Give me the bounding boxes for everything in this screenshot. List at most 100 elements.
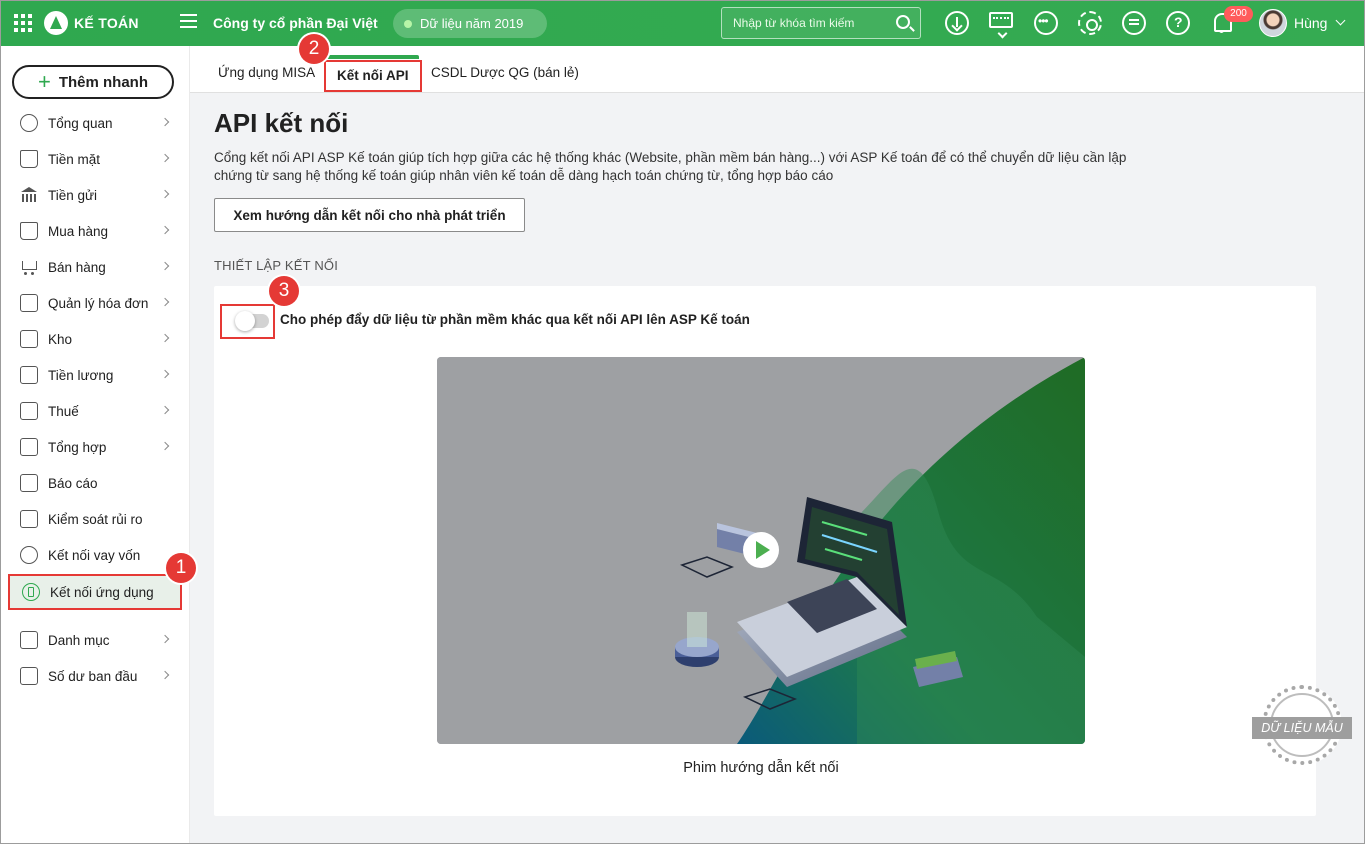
- chevron-right-icon: [160, 189, 170, 199]
- step-marker-1: 1: [166, 553, 196, 583]
- sidebar-item-11[interactable]: Báo cáo: [8, 465, 182, 501]
- warehouse-icon: [20, 330, 38, 348]
- tab-misa-apps[interactable]: Ứng dụng MISA: [218, 65, 315, 80]
- video-thumbnail: [437, 357, 1085, 744]
- chevron-right-icon: [160, 297, 170, 307]
- invoice-icon: [20, 294, 38, 312]
- sidebar-item-8[interactable]: Tiền lương: [8, 357, 182, 393]
- chevron-right-icon: [160, 261, 170, 271]
- toggle-label: Cho phép đẩy dữ liệu từ phần mềm khác qu…: [280, 312, 750, 327]
- data-year-selector[interactable]: Dữ liệu năm 2019: [393, 9, 547, 38]
- sidebar: + Thêm nhanh Tổng quan Tiền mặt Tiền gửi Mu…: [0, 46, 190, 844]
- chevron-right-icon: [160, 333, 170, 343]
- tax-icon: [20, 402, 38, 420]
- gear-icon[interactable]: [1078, 11, 1102, 35]
- chat-icon[interactable]: [1122, 11, 1146, 35]
- search-icon[interactable]: [896, 15, 910, 29]
- sidebar-item-13[interactable]: Kết nối vay vốn: [8, 537, 182, 573]
- sidebar-item-label: Số dư ban đầu: [48, 668, 138, 684]
- help-icon[interactable]: [1166, 11, 1190, 35]
- sidebar-item-5[interactable]: Bán hàng: [8, 249, 182, 285]
- sidebar-item-label: Kết nối ứng dụng: [50, 584, 154, 600]
- sidebar-item-label: Kho: [48, 331, 73, 347]
- sidebar-item-label: Danh mục: [48, 632, 110, 648]
- sidebar-item-label: Tiền lương: [48, 367, 114, 383]
- section-title: THIẾT LẬP KẾT NỐI: [214, 258, 339, 273]
- sidebar-item-12[interactable]: Kiểm soát rủi ro: [8, 501, 182, 537]
- tab-bar: Ứng dụng MISA Kết nối API CSDL Dược QG (…: [190, 46, 1365, 93]
- company-name[interactable]: Công ty cổ phần Đại Việt: [213, 15, 378, 31]
- chevron-right-icon: [160, 670, 170, 680]
- sidebar-item-2[interactable]: Tiền mặt: [8, 141, 182, 177]
- chevron-right-icon: [160, 441, 170, 451]
- search-input[interactable]: [722, 8, 890, 38]
- notebook-icon: [20, 438, 38, 456]
- toggle-highlight: [220, 304, 275, 339]
- download-icon[interactable]: [945, 11, 969, 35]
- tutorial-video[interactable]: [437, 357, 1085, 744]
- watermark-text: DỮ LIỆU MẪU: [1252, 717, 1352, 739]
- apps-grid-icon[interactable]: [14, 14, 32, 32]
- more-icon[interactable]: [1034, 11, 1058, 35]
- notification-badge: 200: [1224, 6, 1253, 22]
- search-box: [721, 7, 921, 39]
- chevron-right-icon: [160, 405, 170, 415]
- plus-icon: +: [37, 69, 51, 94]
- toggle-knob: [235, 311, 255, 331]
- tab-national-drug-db[interactable]: CSDL Dược QG (bán lẻ): [431, 65, 579, 80]
- page-title: API kết nối: [214, 108, 349, 138]
- money-bag-icon: [20, 150, 38, 168]
- sidebar-item-label: Báo cáo: [48, 475, 98, 491]
- tab-api-connection[interactable]: Kết nối API: [324, 60, 422, 92]
- hamburger-menu-icon[interactable]: [180, 14, 197, 30]
- sidebar-item-label: Tổng quan: [48, 115, 113, 131]
- quick-add-button[interactable]: + Thêm nhanh: [12, 65, 174, 99]
- chart-pie-icon: [20, 114, 38, 132]
- sidebar-item-1[interactable]: Tổng quan: [8, 105, 182, 141]
- sidebar-item-15[interactable]: Danh mục: [8, 622, 182, 658]
- sidebar-item-label: Bán hàng: [48, 259, 106, 275]
- user-name[interactable]: Hùng: [1294, 15, 1327, 31]
- salary-icon: [20, 366, 38, 384]
- sidebar-item-label: Tiền mặt: [48, 151, 101, 167]
- sidebar-item-14[interactable]: Kết nối ứng dụng: [8, 574, 182, 610]
- description-line-1: Cổng kết nối API ASP Kế toán giúp tích h…: [214, 150, 1127, 165]
- keyboard-icon[interactable]: [989, 12, 1013, 28]
- description-line-2: chứng từ sang hệ thống kế toán giúp nhân…: [214, 168, 834, 183]
- step-marker-2: 2: [299, 34, 329, 64]
- chevron-right-icon: [160, 369, 170, 379]
- sidebar-item-10[interactable]: Tổng hợp: [8, 429, 182, 465]
- sidebar-item-7[interactable]: Kho: [8, 321, 182, 357]
- sidebar-item-3[interactable]: Tiền gửi: [8, 177, 182, 213]
- sidebar-item-label: Mua hàng: [48, 223, 109, 239]
- sidebar-item-6[interactable]: Quản lý hóa đơn: [8, 285, 182, 321]
- sidebar-item-16[interactable]: Số dư ban đầu: [8, 658, 182, 694]
- chevron-right-icon: [160, 153, 170, 163]
- status-dot-icon: [404, 19, 412, 28]
- developer-guide-button[interactable]: Xem hướng dẫn kết nối cho nhà phát triển: [214, 198, 525, 232]
- step-marker-3: 3: [269, 276, 299, 306]
- sidebar-item-label: Quản lý hóa đơn: [48, 295, 149, 311]
- allow-api-push-toggle[interactable]: [235, 311, 269, 331]
- chevron-down-icon[interactable]: [1335, 15, 1346, 26]
- plug-icon: [22, 583, 40, 601]
- report-icon: [20, 474, 38, 492]
- sidebar-item-4[interactable]: Mua hàng: [8, 213, 182, 249]
- connection-settings-card: Cho phép đẩy dữ liệu từ phần mềm khác qu…: [214, 286, 1316, 816]
- quick-add-label: Thêm nhanh: [58, 73, 149, 91]
- checklist-icon: [20, 510, 38, 528]
- chevron-right-icon: [160, 117, 170, 127]
- chevron-right-icon: [160, 634, 170, 644]
- bank-icon: [20, 186, 38, 204]
- sidebar-item-label: Thuế: [48, 403, 79, 419]
- page-description: Cổng kết nối API ASP Kế toán giúp tích h…: [214, 149, 1134, 185]
- shopping-bag-icon: [20, 222, 38, 240]
- cart-icon: [20, 258, 38, 276]
- sidebar-item-9[interactable]: Thuế: [8, 393, 182, 429]
- sidebar-item-label: Tiền gửi: [48, 187, 98, 203]
- opening-balance-icon: [20, 667, 38, 685]
- avatar[interactable]: [1259, 9, 1287, 37]
- data-year-label: Dữ liệu năm 2019: [420, 16, 524, 31]
- chevron-right-icon: [160, 225, 170, 235]
- sample-data-watermark: DỮ LIỆU MẪU: [1252, 685, 1352, 765]
